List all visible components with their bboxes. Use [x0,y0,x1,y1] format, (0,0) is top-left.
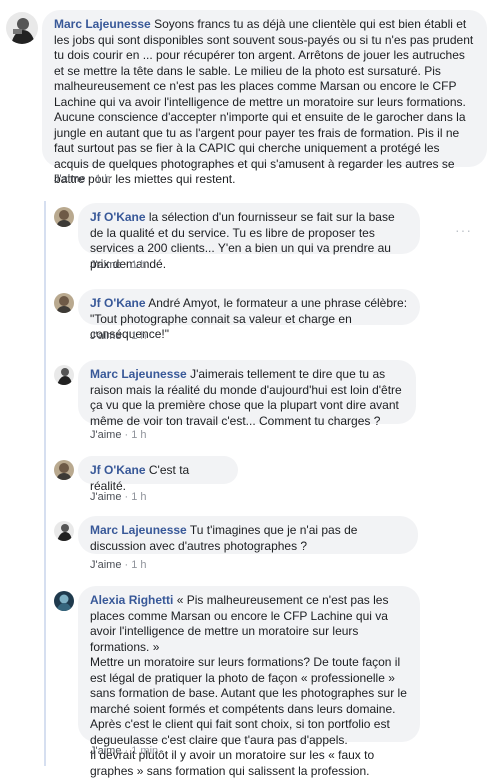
like-link[interactable]: J'aime [90,491,121,503]
meta-separator: · [124,745,129,757]
comment-meta: J'aime · 1 h [54,173,111,185]
comment-author[interactable]: Jf O'Kane [90,463,146,477]
comment-meta: J'aime · 1 h [90,491,147,503]
comment-time[interactable]: 1 h [131,330,146,342]
comment-meta: J'aime · 1 h [90,259,147,271]
comment-time[interactable]: 1 h [131,559,146,571]
meta-separator: · [124,259,129,271]
avatar[interactable] [6,12,38,44]
user-avatar-marc-icon [54,365,74,385]
like-link[interactable]: J'aime [90,429,121,441]
comment-bubble: Marc Lajeunesse J'aimerais tellement te … [78,360,416,428]
comment-author[interactable]: Marc Lajeunesse [54,17,151,31]
comment-bubble: Alexia Righetti « Pis malheureusement ce… [78,586,420,778]
avatar[interactable] [54,207,74,227]
meta-separator: · [88,173,93,185]
comment-time[interactable]: 1 min [131,745,158,757]
comment-time[interactable]: 1 h [131,491,146,503]
avatar[interactable] [54,521,74,541]
comment-author[interactable]: Alexia Righetti [90,593,173,607]
meta-separator: · [124,559,129,571]
comment-time[interactable]: 1 h [131,259,146,271]
user-avatar-jf-icon [54,293,74,313]
user-avatar-jf-icon [54,460,74,480]
meta-separator: · [124,330,129,342]
comment-bubble: Jf O'Kane André Amyot, le formateur a un… [78,289,420,341]
user-avatar-marc-icon [54,521,74,541]
comment-meta: J'aime · 1 min [90,745,158,757]
meta-separator: · [124,429,129,441]
more-options-icon[interactable]: ··· [455,222,472,238]
like-link[interactable]: J'aime [90,259,121,271]
comment-bubble: Jf O'Kane C'est ta réalité. [78,456,238,493]
user-avatar-alexia-icon [54,591,74,611]
like-link[interactable]: J'aime [90,745,121,757]
comment-meta: J'aime · 1 h [90,429,147,441]
comment-author[interactable]: Jf O'Kane [90,210,146,224]
avatar[interactable] [54,591,74,611]
comment-author[interactable]: Marc Lajeunesse [90,367,187,381]
avatar[interactable] [54,365,74,385]
comment-meta: J'aime · 1 h [90,559,147,571]
user-avatar-marc-icon [6,12,38,44]
comment-bubble: Marc Lajeunesse Soyons francs tu as déjà… [42,10,487,186]
like-link[interactable]: J'aime [90,559,121,571]
comment-time[interactable]: 1 h [131,429,146,441]
avatar[interactable] [54,460,74,480]
comment-text: Soyons francs tu as déjà une clientèle q… [54,17,474,186]
like-link[interactable]: J'aime [90,330,121,342]
comment-author[interactable]: Jf O'Kane [90,296,146,310]
comment-meta: J'aime · 1 h [90,330,147,342]
comment-author[interactable]: Marc Lajeunesse [90,523,187,537]
comment-bubble: Jf O'Kane la sélection d'un fournisseur … [78,203,420,271]
like-link[interactable]: J'aime [54,173,85,185]
avatar[interactable] [54,293,74,313]
user-avatar-jf-icon [54,207,74,227]
reply-thread-line [44,201,46,766]
comment-time[interactable]: 1 h [95,173,110,185]
comment-bubble: Marc Lajeunesse Tu t'imagines que je n'a… [78,516,418,554]
meta-separator: · [124,491,129,503]
